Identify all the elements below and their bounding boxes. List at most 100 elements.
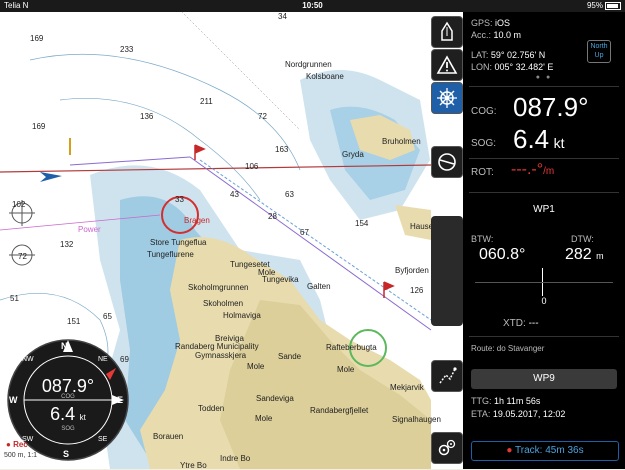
depth-label: 211 bbox=[200, 97, 213, 106]
map-label-sandeviga: Sandeviga bbox=[256, 394, 294, 403]
battery-icon bbox=[605, 1, 621, 10]
rot-label: ROT: bbox=[471, 167, 494, 178]
depth-label: 65 bbox=[103, 312, 112, 321]
depth-label: 102 bbox=[12, 200, 26, 209]
depth-label: 63 bbox=[285, 190, 294, 199]
depth-label: 72 bbox=[18, 252, 27, 261]
map-label-raftebergbugta: Rafteberbugta bbox=[326, 343, 377, 352]
dtw-label: DTW: bbox=[571, 234, 594, 244]
ttg-value: 1h 11m 56s bbox=[494, 396, 541, 406]
track-button[interactable]: ● Track: 45m 36s bbox=[471, 441, 619, 461]
compass-sog-unit: kt bbox=[79, 413, 86, 422]
xtd-value: --- bbox=[528, 318, 539, 329]
acc-value: 10.0 m bbox=[493, 30, 522, 40]
clock: 10:50 bbox=[302, 1, 323, 10]
divider bbox=[469, 336, 619, 337]
compass-se-label: SE bbox=[98, 436, 108, 443]
settings-button[interactable] bbox=[431, 432, 463, 464]
map-label-mole-3: Mole bbox=[337, 365, 355, 374]
depth-label: 72 bbox=[258, 112, 267, 121]
map-label-holmaviga: Holmaviga bbox=[223, 311, 261, 320]
depth-label: 67 bbox=[300, 228, 309, 237]
btw-value: 060.8° bbox=[479, 246, 526, 263]
next-waypoint-button[interactable]: WP9 bbox=[471, 369, 617, 389]
depth-label: 28 bbox=[268, 212, 277, 221]
divider bbox=[469, 86, 619, 87]
map-label-signalhaugen: Signalhaugen bbox=[392, 415, 441, 424]
ttg-label: TTG: bbox=[471, 396, 492, 406]
waypoint-title: WP1 bbox=[533, 204, 555, 215]
map-label-mole-2: Mole bbox=[247, 362, 265, 371]
depth-label: 163 bbox=[275, 145, 289, 154]
route-icon bbox=[439, 367, 457, 384]
rot-unit: /m bbox=[543, 166, 555, 177]
divider bbox=[469, 158, 619, 159]
depth-label: 136 bbox=[140, 112, 154, 121]
rot-value: ---.-° bbox=[511, 161, 544, 178]
compass-sog-label: SOG bbox=[61, 426, 75, 432]
record-dot-icon: ● bbox=[506, 445, 513, 456]
map-label-todden: Todden bbox=[198, 404, 225, 413]
compass-sog-value: 6.4 bbox=[50, 404, 76, 424]
alarm-button[interactable] bbox=[431, 49, 463, 81]
acc-label: Acc.: bbox=[471, 30, 492, 40]
depth-label: 154 bbox=[355, 219, 369, 228]
map-label-bruholmen: Bruholmen bbox=[382, 137, 421, 146]
map-label-tungevika: Tungevika bbox=[262, 275, 299, 284]
sog-unit: kt bbox=[553, 135, 565, 151]
dtw-unit: m bbox=[596, 251, 604, 261]
route-button[interactable] bbox=[431, 360, 463, 392]
map-label-borauen: Borauen bbox=[153, 432, 184, 441]
xte-bar bbox=[475, 282, 613, 283]
map-label-randaberg-municipality: Randaberg Municipality bbox=[175, 342, 259, 351]
gps-value: iOS bbox=[495, 18, 511, 28]
dtw-value: 282 bbox=[565, 246, 592, 263]
warning-icon bbox=[436, 55, 458, 74]
gps-label: GPS: bbox=[471, 18, 493, 28]
helm-button[interactable] bbox=[431, 82, 463, 114]
lat-value: 59° 02.756' N bbox=[490, 50, 546, 60]
map-label-kolsboane: Kolsboane bbox=[306, 72, 344, 81]
lat-label: LAT: bbox=[471, 50, 489, 60]
depth-label: 106 bbox=[245, 162, 259, 171]
depth-label: 169 bbox=[32, 122, 46, 131]
north-up-button[interactable]: North Up bbox=[587, 40, 611, 63]
map-label-randabergfjellet: Randabergfjellet bbox=[310, 406, 369, 415]
map-label-gymnasskjera: Gymnasskjera bbox=[195, 351, 247, 360]
panel-tab-strip[interactable] bbox=[431, 216, 463, 326]
eta-value: 19.05.2017, 12:02 bbox=[492, 409, 566, 419]
xtd-label: XTD: bbox=[503, 318, 526, 329]
cog-value: 087.9° bbox=[513, 92, 589, 122]
depth-label: 151 bbox=[67, 317, 81, 326]
map-label-power: Power bbox=[78, 225, 101, 234]
map-label-mole-4: Mole bbox=[255, 414, 273, 423]
boat-icon bbox=[441, 21, 453, 41]
sog-value: 6.4 bbox=[513, 124, 550, 154]
steering-button[interactable] bbox=[431, 146, 463, 178]
compass-n-label: N bbox=[61, 341, 68, 351]
depth-label: 132 bbox=[60, 240, 74, 249]
ship-wheel-icon bbox=[437, 88, 457, 108]
map-label-galten: Galten bbox=[307, 282, 331, 291]
steering-wheel-icon bbox=[438, 153, 456, 171]
map-label-bragen: Bragen bbox=[184, 216, 210, 225]
eta-label: ETA: bbox=[471, 409, 491, 419]
boat-mode-button[interactable] bbox=[431, 16, 463, 48]
xte-zero-label: 0 bbox=[541, 296, 547, 306]
btw-label: BTW: bbox=[471, 234, 494, 244]
scale-label: 500 m, 1:1 bbox=[4, 452, 38, 459]
compass-s-label: S bbox=[63, 449, 70, 459]
depth-label: 51 bbox=[10, 294, 19, 303]
sog-label: SOG: bbox=[471, 138, 497, 149]
map-label-gryda: Gryda bbox=[342, 150, 364, 159]
battery-percent: 95% bbox=[586, 1, 603, 10]
record-indicator[interactable]: ● Rec bbox=[6, 440, 28, 449]
depth-label: 126 bbox=[410, 286, 424, 295]
map-label-skoholmen: Skoholmen bbox=[203, 299, 244, 308]
page-dots: ● ● bbox=[535, 74, 553, 81]
battery-indicator: 95% bbox=[587, 0, 621, 12]
map-label-mekjarvik: Mekjarvik bbox=[390, 383, 424, 392]
map-label-byfjorden: Byfjorden bbox=[395, 266, 429, 275]
lon-label: LON: bbox=[471, 62, 493, 72]
status-bar: Telia N 10:50 95% bbox=[0, 0, 625, 12]
